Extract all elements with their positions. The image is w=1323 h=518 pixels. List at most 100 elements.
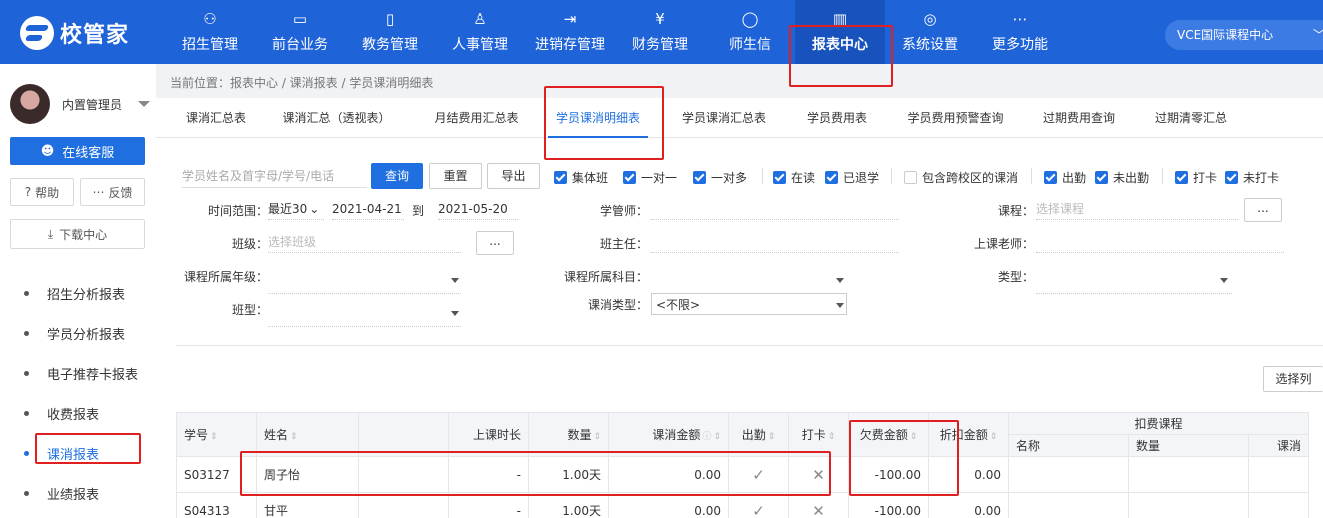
sort-icon[interactable]: ⇕ [290,432,298,442]
checkbox-withdrawn[interactable]: 已退学 [825,169,879,185]
cell-name: 甘平 [256,492,359,518]
header-label: 名称 [1016,439,1041,453]
class-picker-button[interactable]: ... [476,231,514,255]
nav-item-front-desk[interactable]: ▭ 前台业务 [255,0,345,64]
class-input[interactable]: 选择班级 [268,231,461,253]
checkbox-cross-campus[interactable]: 包含跨校区的课消 [904,169,1018,185]
consume-type-select[interactable]: <不限> [651,293,847,315]
help-button[interactable]: ? 帮助 [10,178,74,206]
nav-item-academic[interactable]: ▯ 教务管理 [345,0,435,64]
caret-down-icon [138,101,151,107]
course-subject-select[interactable] [651,264,847,294]
help-circle-icon[interactable]: ⓘ [702,432,711,442]
col-arrears[interactable]: 欠费金额 ⇕ [848,412,929,457]
academic-advisor-input[interactable] [651,198,899,220]
menu-label: 业绩报表 [47,487,100,503]
course-label: 课程： [997,204,1034,218]
menu-item-performance-report[interactable]: 业绩报表 [0,473,156,513]
tab-monthly-fee-summary[interactable]: 月结费用汇总表 [424,98,529,138]
teacher-input[interactable] [1036,231,1284,253]
col-discount[interactable]: 折扣金额 ⇕ [928,412,1009,457]
sort-icon[interactable]: ⇕ [910,432,918,442]
app-logo[interactable]: 校管家 [20,16,129,50]
sort-icon[interactable]: ⇕ [713,432,721,442]
type-select[interactable] [1036,264,1232,294]
nav-item-more[interactable]: ⋯ 更多功能 [975,0,1065,64]
chevron-down-icon: ﹀ [1313,20,1323,50]
checkbox-label: 在读 [791,170,816,185]
checkbox-one-on-one[interactable]: 一对一 [623,169,677,185]
course-input[interactable]: 选择课程 [1036,198,1238,220]
col-name[interactable]: 姓名 ⇕ [256,412,359,457]
reset-button[interactable]: 重置 [429,163,482,189]
class-type-select[interactable] [268,297,461,327]
sort-icon[interactable]: ⇕ [828,432,836,442]
tab-student-consumption-detail[interactable]: 学员课消明细表 [548,98,648,138]
menu-item-student-analysis[interactable]: 学员分析报表 [0,313,156,353]
sort-icon[interactable]: ⇕ [768,432,776,442]
select-columns-button[interactable]: 选择列 [1263,366,1323,392]
head-teacher-input[interactable] [651,231,899,253]
online-service-button[interactable]: ☻ 在线客服 [10,137,145,165]
nav-label: 更多功能 [992,37,1048,53]
user-plus-icon: ⚇ [203,9,217,28]
table-row[interactable]: S04313 甘平 - 1.00天 0.00 ✓ ✕ -100.00 0.00 [176,492,1309,518]
nav-item-inventory[interactable]: ⇥ 进销存管理 [525,0,615,64]
menu-item-recruit-analysis[interactable]: 招生分析报表 [0,273,156,313]
table-row[interactable]: S03127 周子怡 - 1.00天 0.00 ✓ ✕ -100.00 0.00 [176,456,1309,493]
col-duration[interactable]: 上课时长 [448,412,529,457]
query-button[interactable]: 查询 [371,163,423,189]
tab-expired-fees[interactable]: 过期费用查询 [1034,98,1124,138]
menu-item-referral-card[interactable]: 电子推荐卡报表 [0,353,156,393]
tab-consumption-pivot[interactable]: 课消汇总（透视表） [274,98,399,138]
tab-student-fees[interactable]: 学员费用表 [797,98,877,138]
user-profile[interactable]: 内置管理员 [10,84,151,124]
col-quantity[interactable]: 数量 ⇕ [528,412,609,457]
checkbox-checked-in[interactable]: 打卡 [1175,169,1217,185]
checkbox-not-checked-in[interactable]: 未打卡 [1225,169,1279,185]
checkbox-one-to-many[interactable]: 一对多 [693,169,747,185]
date-from-input[interactable]: 2021-04-21 [332,198,404,220]
nav-item-reports[interactable]: ▥ 报表中心 [795,0,885,64]
col-group-deduct-course: 扣费课程 [1008,412,1309,435]
date-to-input[interactable]: 2021-05-20 [438,198,518,220]
checkbox-checked-icon [1044,170,1057,184]
checkbox-attended[interactable]: 出勤 [1044,169,1086,185]
download-center-button[interactable]: ⤓ 下载中心 [10,219,145,249]
tab-expired-clear-summary[interactable]: 过期清零汇总 [1146,98,1236,138]
nav-item-messaging[interactable]: ◯ 师生信 [705,0,795,64]
time-range-select[interactable]: 最近30 ⌄ [268,198,324,220]
sort-icon[interactable]: ⇕ [210,432,218,442]
sort-icon[interactable]: ⇕ [990,432,998,442]
menu-item-consumption-report[interactable]: 课消报表 [0,433,156,473]
sort-icon[interactable]: ⇕ [593,432,601,442]
menu-item-fee-report[interactable]: 收费报表 [0,393,156,433]
checkbox-checked-icon [1095,170,1108,184]
col-amount[interactable]: 课消金额 ⓘ ⇕ [608,412,729,457]
feedback-button[interactable]: ⋯ 反馈 [80,178,145,206]
nav-item-recruitment[interactable]: ⚇ 招生管理 [165,0,255,64]
col-deduct-name[interactable]: 名称 [1008,434,1129,457]
nav-item-settings[interactable]: ◎ 系统设置 [885,0,975,64]
checkbox-absent[interactable]: 未出勤 [1095,169,1149,185]
header-label: 上课时长 [472,428,521,442]
tab-consumption-summary[interactable]: 课消汇总表 [176,98,256,138]
nav-item-hr[interactable]: ♙ 人事管理 [435,0,525,64]
main-nav: ⚇ 招生管理 ▭ 前台业务 ▯ 教务管理 ♙ 人事管理 ⇥ 进销存管理 ¥ 财务管理 ◯ 师生… [165,0,1065,64]
tab-fee-warning[interactable]: 学员费用预警查询 [898,98,1013,138]
col-attendance[interactable]: 出勤 ⇕ [728,412,789,457]
student-search-input[interactable]: 学员姓名及首字母/学号/电话 [182,164,367,188]
checkbox-group-class[interactable]: 集体班 [554,169,608,185]
nav-item-finance[interactable]: ¥ 财务管理 [615,0,705,64]
checkbox-enrolled[interactable]: 在读 [773,169,815,185]
col-deduct-quantity[interactable]: 数量 [1128,434,1249,457]
export-button[interactable]: 导出 [487,163,540,189]
col-deduct-more[interactable]: 课消 [1248,434,1309,457]
tab-student-consumption-summary[interactable]: 学员课消汇总表 [674,98,774,138]
col-student-no[interactable]: 学号 ⇕ [176,412,257,457]
course-picker-button[interactable]: ... [1244,198,1282,222]
campus-selector[interactable]: VCE国际课程中心 ﹀ [1165,20,1323,50]
checkbox-checked-icon [693,170,706,184]
col-checkin[interactable]: 打卡 ⇕ [788,412,849,457]
course-grade-select[interactable] [268,264,461,294]
